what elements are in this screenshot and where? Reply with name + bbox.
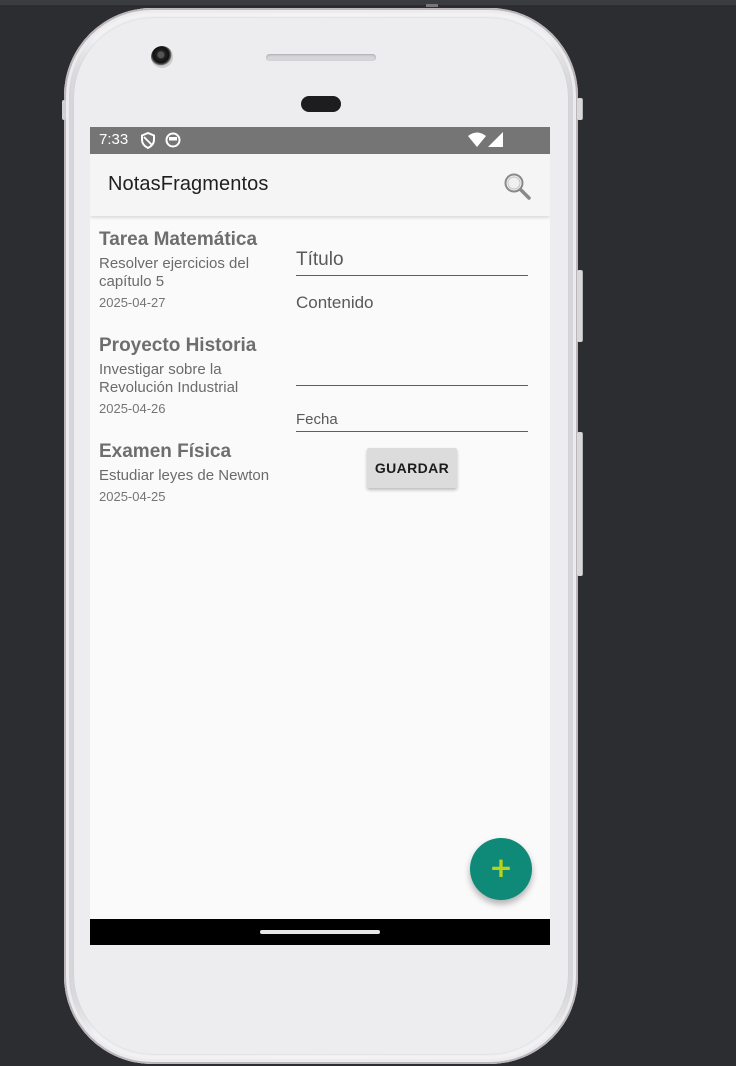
top-edge-marker — [426, 4, 438, 7]
add-icon: + — [489, 851, 513, 884]
window-top-edge — [0, 0, 736, 7]
status-time: 7:33 — [99, 131, 129, 148]
power-button — [577, 432, 582, 576]
phone-side-button — [62, 100, 66, 120]
list-item[interactable]: Examen Física Estudiar leyes de Newton 2… — [99, 439, 279, 505]
earpiece-speaker — [266, 54, 376, 61]
note-title: Proyecto Historia — [99, 335, 257, 356]
notes-list: Tarea Matemática Resolver ejercicios del… — [99, 227, 279, 527]
wifi-icon — [468, 132, 486, 152]
note-title: Tarea Matemática — [99, 229, 258, 250]
note-date: 2025-04-25 — [99, 489, 166, 504]
navigation-bar — [90, 919, 550, 945]
list-item[interactable]: Tarea Matemática Resolver ejercicios del… — [99, 227, 279, 311]
device-screen: 7:33 NotasFragmentos Tarea Matemática Re… — [90, 127, 550, 945]
list-item[interactable]: Proyecto Historia Investigar sobre la Re… — [99, 333, 279, 417]
status-bar: 7:33 — [90, 127, 550, 154]
date-input[interactable] — [296, 407, 528, 432]
front-camera — [151, 46, 173, 68]
shield-icon — [140, 131, 156, 153]
note-title: Examen Física — [99, 441, 232, 462]
volume-button — [577, 270, 582, 342]
add-note-button[interactable]: + — [470, 838, 532, 900]
note-date: 2025-04-27 — [99, 295, 166, 310]
signal-icon — [488, 132, 503, 152]
note-date: 2025-04-26 — [99, 401, 166, 416]
content-input[interactable] — [296, 293, 528, 386]
app-bar: NotasFragmentos — [90, 154, 550, 216]
search-icon[interactable] — [502, 171, 532, 201]
notification-icon — [165, 132, 181, 152]
phone-side-button — [577, 98, 582, 120]
proximity-sensor — [301, 96, 341, 112]
note-description: Resolver ejercicios del capítulo 5 — [99, 255, 250, 290]
app-title: NotasFragmentos — [108, 173, 269, 195]
save-button[interactable]: GUARDAR — [367, 448, 457, 488]
title-input[interactable] — [296, 245, 528, 276]
home-gesture-handle[interactable] — [260, 930, 380, 934]
note-description: Investigar sobre la Revolución Industria… — [99, 361, 239, 396]
note-description: Estudiar leyes de Newton — [99, 467, 270, 484]
